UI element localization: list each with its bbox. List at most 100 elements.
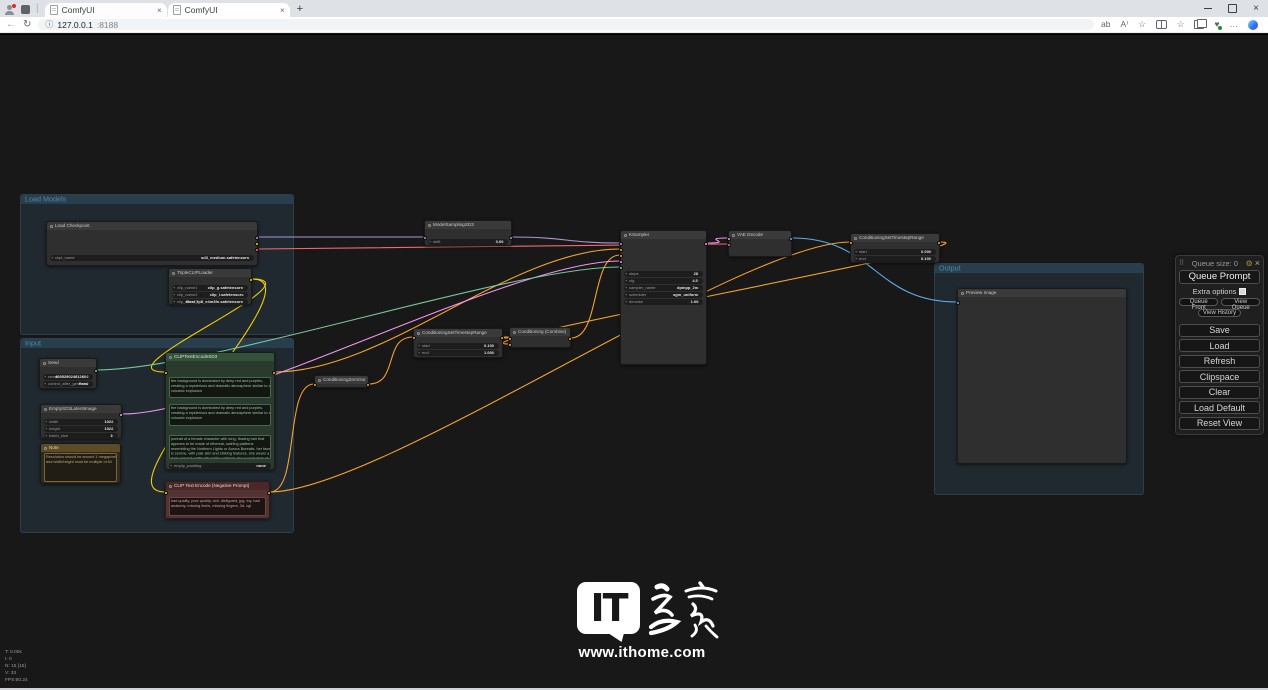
widget-sampler-name[interactable]: ◂sampler_namedpmpp_2m▸ [624,285,703,291]
prompt-textarea[interactable]: Resolution should be around 1 megapixel … [44,453,117,482]
back-icon[interactable]: ← [6,20,16,30]
ksampler-input-latent[interactable] [619,260,623,264]
widget-right-arrow-icon[interactable]: ▸ [265,463,270,469]
view-queue-button[interactable]: View Queue [1221,298,1260,306]
widget-right-arrow-icon[interactable]: ▸ [87,374,92,380]
widget-right-arrow-icon[interactable]: ▸ [248,255,253,261]
collapse-dot-icon[interactable] [513,331,516,334]
more-menu-icon[interactable]: … [1230,20,1239,29]
widget-end[interactable]: ◂end0.100▸ [854,256,936,262]
ksampler-input-conditioning[interactable] [619,248,623,252]
widget-start[interactable]: ◂start0.100▸ [417,343,499,349]
clear-button[interactable]: Clear [1179,386,1260,399]
widget-right-arrow-icon[interactable]: ▸ [112,433,117,439]
ksampler-input-conditioning[interactable] [619,254,623,258]
cond-timestep-right-output-conditioning[interactable] [937,241,941,245]
vae-decode-input-latent[interactable] [727,237,731,241]
cond-timestep-mid-input-conditioning[interactable] [412,336,416,340]
widget-right-arrow-icon[interactable]: ▸ [112,419,117,425]
site-info-icon[interactable]: ⓘ [45,21,53,29]
empty-latent-output-latent[interactable] [119,413,123,417]
profile-avatar-icon[interactable] [5,5,15,15]
widget-clip-name3[interactable]: ◂clip_name3t5xxl_fp8_e4m3fn.safetensors▸ [172,299,248,305]
widget-control-after-generate[interactable]: ◂control_after_generatefixed▸ [43,381,93,387]
cond-combine-input-conditioning[interactable] [508,343,512,347]
drag-handle-icon[interactable]: ⠿ [1179,259,1184,267]
collapse-dot-icon[interactable] [961,292,964,295]
clipspace-button[interactable]: Clipspace [1179,370,1260,383]
node-title-bar[interactable]: KSampler [621,231,706,239]
read-aloud-icon[interactable]: A⁾ [1120,20,1128,29]
widget-right-arrow-icon[interactable]: ▸ [112,426,117,432]
clip-positive-input-clip[interactable] [164,371,168,375]
prompt-textarea[interactable]: bad quality, poor quality, doll, disfigu… [169,497,266,516]
collapse-dot-icon[interactable] [44,408,47,411]
close-tab-icon[interactable]: × [157,6,162,15]
widget-end[interactable]: ◂end1.000▸ [417,350,499,356]
node-title-bar[interactable]: Seed [40,359,96,367]
widget-start[interactable]: ◂start0.000▸ [854,249,936,255]
clip-negative-node[interactable]: CLIP Text Encode (Negative Prompt) bad qu… [165,481,270,519]
ksampler-input-model[interactable] [619,242,623,246]
triple-clip-loader-output-clip[interactable] [249,278,253,282]
settings-gear-icon[interactable]: ⚙ [1246,259,1253,268]
cond-zero-out-output-conditioning[interactable] [366,383,370,387]
seed-output-seed[interactable] [94,369,98,373]
ksampler-output-latent[interactable] [704,242,708,246]
prompt-textarea[interactable]: the background is dominated by deep red … [169,377,271,398]
empty-latent-node[interactable]: EmptySD3LatentImage◂width1024▸◂height102… [40,404,122,439]
save-button[interactable]: Save [1179,324,1260,337]
widget-right-arrow-icon[interactable]: ▸ [697,278,702,284]
node-title-bar[interactable]: CLIP Text Encode (Negative Prompt) [166,482,269,490]
prompt-textarea[interactable]: portrait of a female character with long… [169,435,271,459]
model-sampling-output-model[interactable] [509,236,513,240]
widget-right-arrow-icon[interactable]: ▸ [242,299,247,305]
extra-options-checkbox[interactable] [1239,288,1246,295]
refresh-icon[interactable]: ↻ [23,20,31,30]
widget-right-arrow-icon[interactable]: ▸ [697,299,702,305]
translate-icon[interactable]: ab [1101,20,1110,29]
clip-positive-output-conditioning[interactable] [272,371,276,375]
close-tab-icon[interactable]: × [280,6,285,15]
widget-batch-size[interactable]: ◂batch_size1▸ [44,433,118,439]
widget-denoise[interactable]: ◂denoise1.00▸ [624,299,703,305]
view-history-button[interactable]: View History [1198,309,1241,317]
vae-decode-output-image[interactable] [789,237,793,241]
widget-right-arrow-icon[interactable]: ▸ [242,292,247,298]
node-title-bar[interactable]: TripleCLIPLoader [169,269,251,277]
load-default-button[interactable]: Load Default [1179,401,1260,414]
node-title-bar[interactable]: Preview Image [958,289,1126,297]
collapse-dot-icon[interactable] [417,332,420,335]
widget-clip-name2[interactable]: ◂clip_name2clip_l.safetensors▸ [172,292,248,298]
note-node[interactable]: NoteResolution should be around 1 megapi… [40,443,121,484]
node-title-bar[interactable]: ConditioningSetTimestepRange [851,234,939,242]
widget-seed[interactable]: ◂seed469529024612604▸ [43,374,93,380]
widget-right-arrow-icon[interactable]: ▸ [493,350,498,356]
address-bar[interactable]: ⓘ 127.0.0.1 :8188 [38,19,1094,30]
workspaces-icon[interactable] [21,5,30,14]
node-title-bar[interactable]: VAE Decode [729,231,791,239]
queue-front-button[interactable]: Queue Front [1179,298,1218,306]
node-title-bar[interactable]: Note [41,444,120,452]
collapse-dot-icon[interactable] [169,485,172,488]
browser-essentials-icon[interactable]: ♥ [1214,20,1219,29]
load-checkpoint-output-model[interactable] [255,236,259,240]
cond-combine-output-conditioning[interactable] [568,337,572,341]
refresh-button[interactable]: Refresh [1179,355,1260,368]
widget-right-arrow-icon[interactable]: ▸ [502,239,507,245]
ksampler-input-seed[interactable] [619,266,623,270]
widget-clip-name1[interactable]: ◂clip_name1clip_g.safetensors▸ [172,285,248,291]
widget-right-arrow-icon[interactable]: ▸ [697,292,702,298]
cond-timestep-mid-node[interactable]: ConditioningSetTimestepRange◂start0.100▸… [413,328,503,358]
widget-right-arrow-icon[interactable]: ▸ [697,285,702,291]
clip-negative-input-clip[interactable] [164,491,168,495]
preview-image-input-image[interactable] [956,301,960,305]
load-checkpoint-node[interactable]: Load Checkpoint◂ckpt_namesd3_medium.safe… [46,221,258,266]
widget-right-arrow-icon[interactable]: ▸ [930,249,935,255]
widget-scheduler[interactable]: ◂schedulersgm_uniform▸ [624,292,703,298]
collapse-dot-icon[interactable] [732,234,735,237]
prompt-textarea[interactable]: the background is dominated by deep red … [169,404,271,426]
collapse-dot-icon[interactable] [43,362,46,365]
close-window-button[interactable]: × [1244,0,1268,17]
close-menu-icon[interactable]: × [1255,258,1260,268]
